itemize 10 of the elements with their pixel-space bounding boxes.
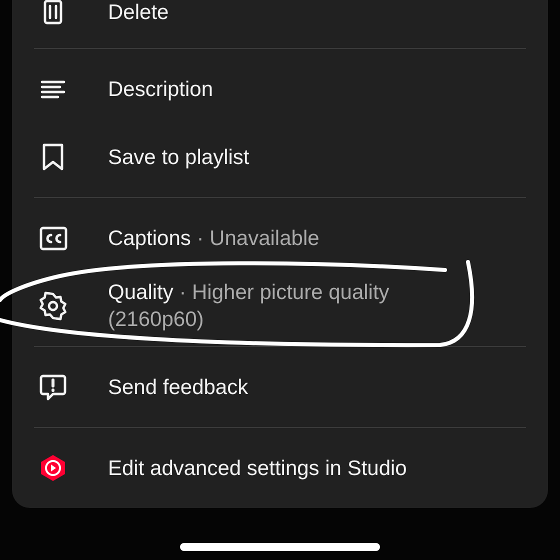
settings-icon: [38, 291, 68, 321]
menu-item[interactable]: Edit advanced settings in Studio: [34, 434, 526, 502]
menu-item[interactable]: Delete: [34, 0, 526, 42]
menu-item[interactable]: Captions · Unavailable: [34, 204, 526, 272]
menu-item[interactable]: Save to playlist: [34, 123, 526, 191]
studio-icon: [38, 453, 68, 483]
menu-item[interactable]: Description: [34, 55, 526, 123]
feedback-icon: [38, 372, 68, 402]
menu-item[interactable]: Quality · Higher picture quality (2160p60): [34, 272, 526, 340]
menu-item[interactable]: Send feedback: [34, 353, 526, 421]
